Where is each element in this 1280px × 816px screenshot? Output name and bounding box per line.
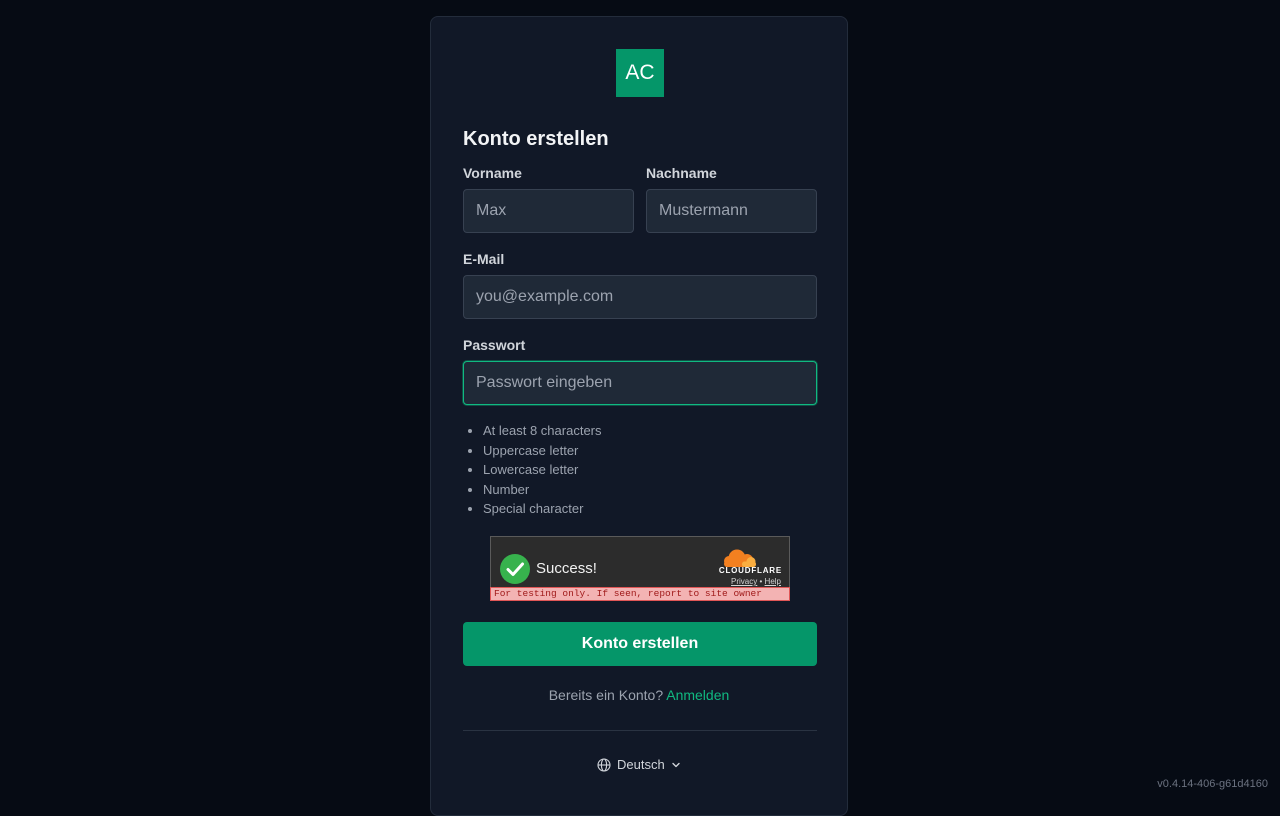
success-check-icon: [500, 554, 530, 584]
language-label: Deutsch: [617, 757, 665, 772]
password-label: Passwort: [463, 337, 526, 353]
captcha-test-warning: For testing only. If seen, report to sit…: [490, 587, 790, 601]
privacy-link[interactable]: Privacy: [731, 577, 757, 586]
help-link[interactable]: Help: [765, 577, 781, 586]
first-name-label: Vorname: [463, 165, 522, 181]
captcha-status: Success!: [536, 560, 597, 577]
page-title: Konto erstellen: [463, 128, 609, 150]
link-separator: •: [759, 577, 763, 586]
divider: [463, 730, 817, 731]
create-account-button[interactable]: Konto erstellen: [463, 622, 817, 666]
captcha-widget[interactable]: Success! CLOUDFLARE Privacy • Help For t…: [490, 536, 790, 601]
email-field[interactable]: [463, 275, 817, 319]
app-logo: AC: [616, 49, 664, 97]
password-field[interactable]: [463, 361, 817, 405]
first-name-field[interactable]: [463, 189, 634, 233]
chevron-down-icon: [672, 762, 680, 767]
requirement-item: At least 8 characters: [483, 421, 602, 441]
captcha-links: Privacy • Help: [731, 577, 781, 586]
password-requirements-list: At least 8 characters Uppercase letter L…: [463, 421, 602, 519]
signin-link[interactable]: Anmelden: [666, 687, 729, 703]
cloudflare-cloud-icon: [724, 549, 756, 567]
language-selector[interactable]: Deutsch: [597, 757, 681, 772]
requirement-item: Special character: [483, 499, 602, 519]
version-label: v0.4.14-406-g61d4160: [1157, 778, 1268, 790]
signin-text: Bereits ein Konto?: [548, 687, 664, 703]
requirement-item: Uppercase letter: [483, 441, 602, 461]
app-logo-text: AC: [625, 61, 655, 84]
signin-prompt: Bereits ein Konto? Anmelden: [431, 687, 847, 703]
email-label: E-Mail: [463, 251, 505, 267]
signup-card: AC Konto erstellen Vorname Nachname E-Ma…: [430, 16, 848, 816]
requirement-item: Lowercase letter: [483, 460, 602, 480]
last-name-field[interactable]: [646, 189, 817, 233]
last-name-label: Nachname: [646, 165, 717, 181]
globe-icon: [597, 757, 611, 772]
cloudflare-wordmark: CLOUDFLARE: [718, 566, 782, 575]
requirement-item: Number: [483, 480, 602, 500]
